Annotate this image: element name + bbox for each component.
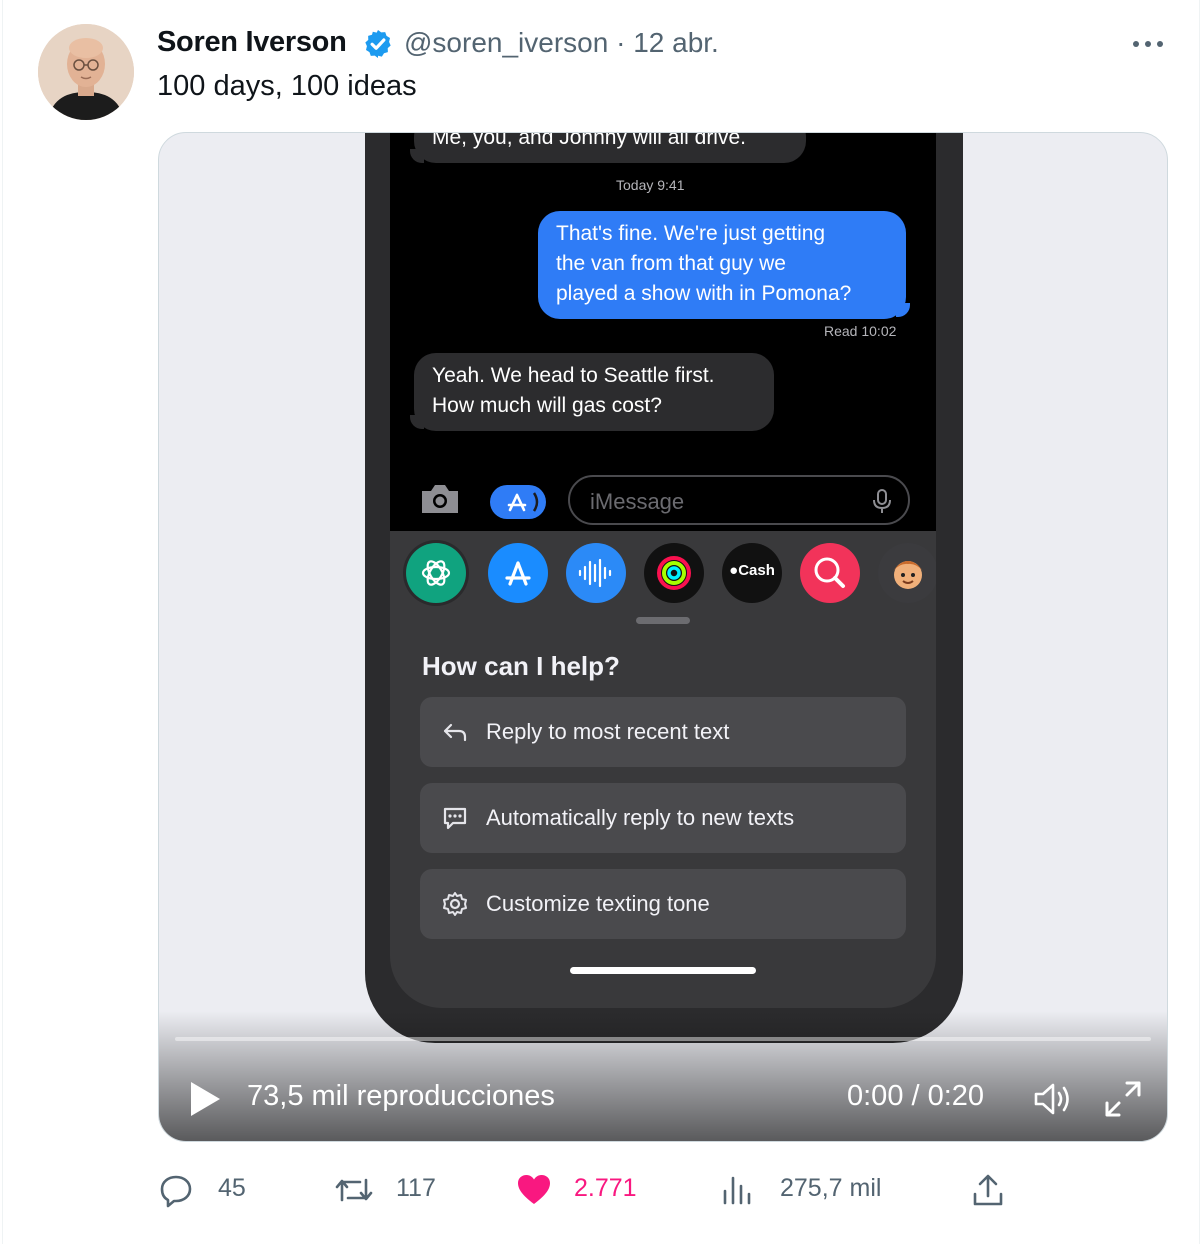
message-text-line: Yeah. We head to Seattle first. xyxy=(432,364,715,387)
app-store-button xyxy=(490,485,546,519)
option-label: Reply to most recent text xyxy=(486,719,730,744)
share-icon xyxy=(973,1174,1003,1206)
video-player[interactable]: Me, you, and Johnny will all drive. Toda… xyxy=(158,132,1168,1142)
audio-message-icon xyxy=(566,543,626,603)
video-progress-bar[interactable] xyxy=(175,1037,1151,1041)
bubble-tail xyxy=(410,149,424,163)
author-handle-date[interactable]: @soren_iverson · 12 abr. xyxy=(404,27,719,59)
tweet-date[interactable]: 12 abr. xyxy=(633,27,719,58)
option-customize-tone: Customize texting tone xyxy=(420,869,906,939)
chat-bubble-icon xyxy=(443,807,467,830)
verified-badge-icon[interactable] xyxy=(362,28,394,60)
reply-icon xyxy=(160,1175,192,1208)
option-label: Automatically reply to new texts xyxy=(486,805,795,830)
fullscreen-icon[interactable] xyxy=(1103,1079,1143,1119)
read-receipt: Read 10:02 xyxy=(824,323,897,339)
heart-icon xyxy=(518,1175,550,1204)
separator-dot: · xyxy=(616,27,634,58)
share-button[interactable] xyxy=(970,1168,1010,1212)
activity-rings-icon xyxy=(644,543,704,603)
volume-icon[interactable] xyxy=(1031,1079,1073,1119)
app-store-icon xyxy=(507,492,539,512)
message-text-line: That's fine. We're just getting xyxy=(556,222,826,245)
views-button[interactable]: 275,7 mil xyxy=(720,1168,900,1212)
image-search-icon xyxy=(800,543,860,603)
phone-mockup: Me, you, and Johnny will all drive. Toda… xyxy=(365,132,963,1043)
author-name[interactable]: Soren Iverson xyxy=(157,26,347,59)
phone-screen: Me, you, and Johnny will all drive. Toda… xyxy=(390,132,936,1008)
message-text-line: How much will gas cost? xyxy=(432,394,662,417)
option-label: Customize texting tone xyxy=(486,891,710,916)
message-text: Me, you, and Johnny will all drive. xyxy=(432,132,746,149)
tweet-text: 100 days, 100 ideas xyxy=(157,70,417,102)
avatar-image xyxy=(38,24,134,120)
message-text-line: the van from that guy we xyxy=(556,252,786,275)
message-bubble-sent: That's fine. We're just getting the van … xyxy=(538,211,906,319)
timeline-border-right xyxy=(1199,0,1200,1244)
imessage-input: iMessage xyxy=(568,475,910,525)
message-bubble-received: Me, you, and Johnny will all drive. xyxy=(414,132,806,163)
video-controls-overlay xyxy=(159,1011,1167,1141)
option-auto-reply: Automatically reply to new texts xyxy=(420,783,906,853)
views-count: 275,7 mil xyxy=(780,1174,882,1202)
bubble-tail xyxy=(410,415,424,429)
apple-logo-icon: ● xyxy=(729,562,739,579)
retweet-button[interactable]: 117 xyxy=(334,1168,454,1212)
video-view-count: 73,5 mil reproducciones xyxy=(247,1080,555,1112)
message-bubble-received: Yeah. We head to Seattle first. How much… xyxy=(414,353,774,431)
reply-arrow-icon xyxy=(443,723,467,742)
more-options-icon[interactable] xyxy=(1128,30,1168,58)
author-handle[interactable]: @soren_iverson xyxy=(404,27,608,58)
avatar[interactable] xyxy=(38,24,134,120)
camera-icon xyxy=(422,485,458,513)
imessage-thread: Me, you, and Johnny will all drive. Toda… xyxy=(390,132,936,531)
sheet-grabber xyxy=(636,617,690,624)
retweet-icon xyxy=(335,1178,373,1202)
like-button[interactable]: 2.771 xyxy=(516,1168,646,1212)
imessage-placeholder: iMessage xyxy=(590,489,685,514)
home-indicator xyxy=(570,967,756,974)
views-chart-icon xyxy=(723,1176,751,1205)
apple-cash-icon: ●Cash xyxy=(722,543,782,603)
imessage-app-tray: ●Cash xyxy=(406,543,936,603)
bubble-tail xyxy=(896,303,910,317)
apple-cash-label: Cash xyxy=(738,562,775,579)
app-store-tray-icon xyxy=(488,543,548,603)
like-count: 2.771 xyxy=(574,1174,637,1202)
reply-count: 45 xyxy=(218,1174,246,1202)
chatgpt-app-icon xyxy=(406,543,466,603)
help-title: How can I help? xyxy=(422,651,620,681)
retweet-count: 117 xyxy=(396,1174,436,1202)
message-timestamp: Today 9:41 xyxy=(616,177,685,193)
memoji-icon xyxy=(878,543,936,603)
play-icon[interactable] xyxy=(187,1079,223,1119)
microphone-icon xyxy=(873,489,891,513)
video-time: 0:00 / 0:20 xyxy=(847,1080,985,1112)
message-text-line: played a show with in Pomona? xyxy=(556,282,852,305)
reply-button[interactable]: 45 xyxy=(158,1168,268,1212)
timeline-border-left xyxy=(2,0,3,1244)
gear-icon xyxy=(443,892,467,916)
option-reply-recent: Reply to most recent text xyxy=(420,697,906,767)
